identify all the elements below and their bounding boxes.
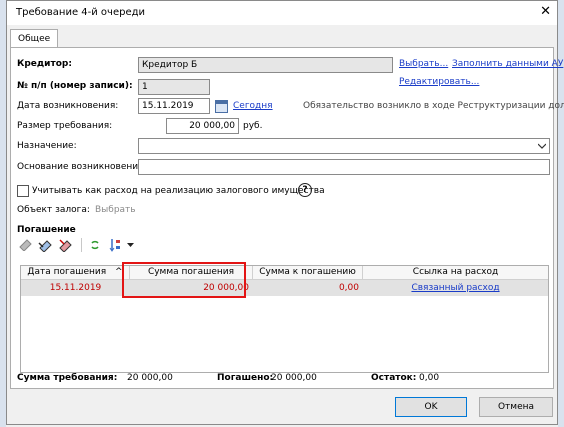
total-label: Сумма требования: [17, 373, 118, 383]
window-title: Требование 4-й очереди [16, 7, 146, 18]
col-header-remaining[interactable]: Сумма к погашению [253, 266, 363, 279]
chevron-down-icon [538, 143, 546, 149]
basis-label: Основание возникновения: [17, 162, 147, 172]
fill-au-data-link[interactable]: Заполнить данными АУ [452, 59, 563, 69]
row-date: 15.11.2019 [49, 283, 102, 293]
amount-label: Размер требования: [17, 121, 113, 131]
origin-date-label: Дата возникновения: [17, 101, 119, 111]
edit-creditor-link[interactable]: Редактировать... [399, 77, 479, 87]
ok-button[interactable]: OK [395, 397, 467, 417]
row-expense-link[interactable]: Связанный расход [363, 280, 548, 296]
purpose-dropdown[interactable] [138, 138, 550, 154]
repayment-grid: Дата погашения ^ Сумма погашения Сумма к… [20, 265, 549, 373]
repayment-section-title: Погашение [17, 225, 76, 235]
row-remaining: 0,00 [338, 283, 359, 293]
record-number-field: 1 [138, 79, 210, 95]
cancel-button[interactable]: Отмена [479, 397, 553, 417]
pledge-expense-label: Учитывать как расход на реализацию залог… [32, 186, 325, 196]
general-panel: Кредитор: Кредитор Б Выбрать... Заполнит… [10, 47, 564, 389]
pledge-object-label: Объект залога: [17, 205, 90, 215]
total-value: 20 000,00 [127, 373, 173, 383]
toolbar-separator [81, 238, 82, 252]
balance-label: Остаток: [371, 373, 417, 383]
calendar-icon[interactable] [215, 100, 228, 113]
highlight-box [122, 262, 246, 298]
help-icon[interactable]: ? [298, 183, 312, 197]
sort-icon[interactable] [109, 238, 121, 252]
pledge-object-select-link[interactable]: Выбрать [95, 205, 136, 215]
basis-field[interactable] [138, 159, 550, 175]
delete-repayment-icon[interactable] [58, 238, 74, 252]
col-header-expense-link[interactable]: Ссылка на расход [363, 266, 548, 279]
purpose-label: Назначение: [17, 141, 77, 151]
grid-header: Дата погашения ^ Сумма погашения Сумма к… [21, 266, 548, 280]
col-header-date[interactable]: Дата погашения ^ [21, 266, 130, 279]
creditor-label: Кредитор: [17, 59, 72, 69]
amount-field[interactable]: 20 000,00 [166, 118, 239, 134]
balance-value: 0,00 [419, 373, 440, 383]
add-repayment-icon[interactable] [19, 238, 33, 251]
sort-dropdown-icon[interactable] [127, 243, 134, 247]
obligation-note: Обязательство возникло в ходе Реструктур… [303, 101, 564, 111]
close-icon[interactable]: ✕ [540, 4, 551, 19]
creditor-field: Кредитор Б [138, 57, 393, 73]
paid-value: 20 000,00 [271, 373, 317, 383]
refresh-icon[interactable] [90, 239, 100, 251]
dialog-window: Требование 4-й очереди ✕ Общее Кредитор:… [6, 0, 564, 425]
tab-general[interactable]: Общее [10, 29, 59, 48]
today-link[interactable]: Сегодня [233, 101, 273, 111]
paid-label: Погашено: [217, 373, 274, 383]
pledge-expense-checkbox[interactable] [17, 185, 29, 197]
record-number-label: № п/п (номер записи): [17, 81, 133, 91]
col-header-date-label: Дата погашения [27, 267, 107, 277]
title-bar: Требование 4-й очереди ✕ [7, 1, 557, 25]
origin-date-field[interactable]: 15.11.2019 [138, 98, 210, 114]
select-creditor-link[interactable]: Выбрать... [399, 59, 448, 69]
currency-unit: руб. [243, 121, 263, 131]
edit-repayment-icon[interactable] [38, 238, 54, 252]
table-row[interactable]: 15.11.2019 20 000,00 0,00 Связанный расх… [21, 280, 548, 296]
